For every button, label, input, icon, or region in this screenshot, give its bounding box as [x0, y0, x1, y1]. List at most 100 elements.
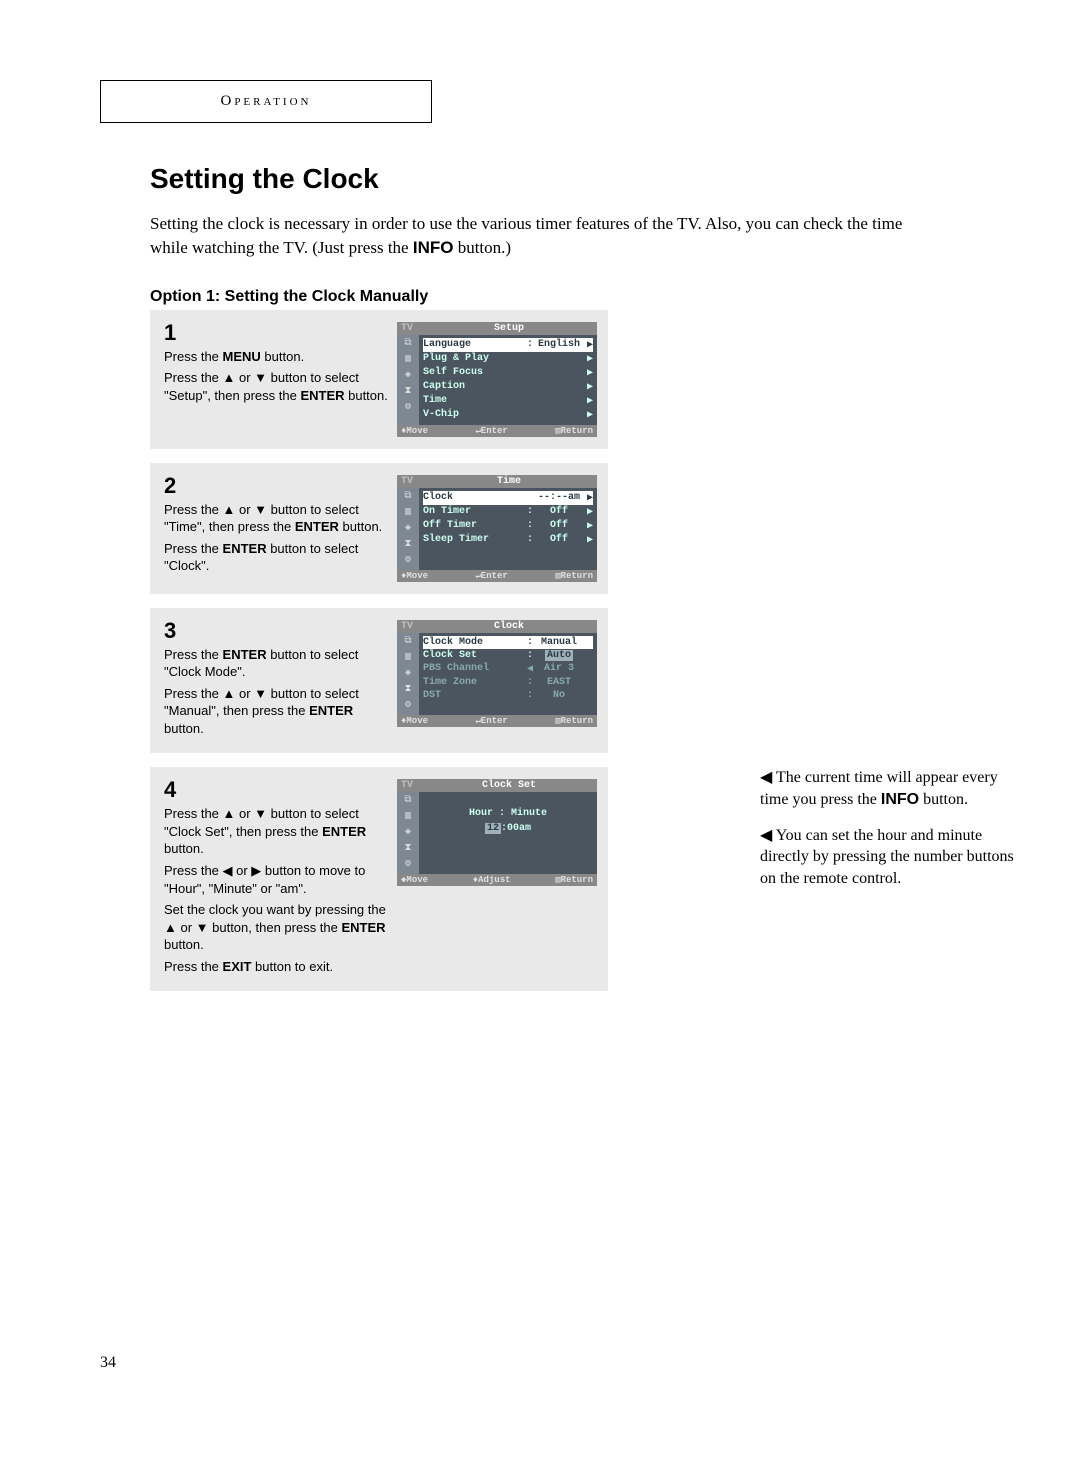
osd-row-sep: [525, 395, 535, 407]
chevron-right-icon: ▶: [583, 395, 593, 407]
osd-row-sep: [525, 492, 535, 504]
osd-row-value: English: [535, 339, 583, 351]
osd-row-sep: :: [525, 637, 535, 648]
enter-button-label: ENTER: [223, 647, 267, 662]
step4-line4-tail: button to exit.: [251, 959, 333, 974]
picture-icon: ▥: [405, 508, 411, 518]
osd-row-label: DST: [423, 690, 525, 701]
osd-tv-label: TV: [401, 476, 425, 487]
step1-line1: Press the: [164, 349, 223, 364]
osd-move-hint: ♦Move: [401, 571, 428, 581]
osd-row-value: Auto: [535, 650, 583, 661]
sound-icon: ◈: [405, 669, 411, 679]
osd-row-value: [535, 353, 583, 365]
osd-menu-row: Self Focus▶: [423, 366, 593, 380]
osd-tv-label: TV: [401, 323, 425, 334]
osd-icon-column: ⧉ ▥ ◈ ⧗ ⚙: [397, 633, 419, 715]
timer-icon: ⧗: [404, 540, 411, 550]
enter-button-label: ENTER: [300, 388, 344, 403]
step-number: 2: [164, 475, 389, 497]
osd-row-label: Sleep Timer: [423, 534, 525, 546]
step2-line2: Press the: [164, 541, 223, 556]
osd-row-value: [535, 409, 583, 421]
sound-icon: ◈: [405, 371, 411, 381]
intro-paragraph: Setting the clock is necessary in order …: [150, 212, 930, 260]
osd-setup-menu: TVSetup ⧉▥◈⧗⚙ Language:English▶Plug & Pl…: [397, 322, 597, 437]
intro-text: Setting the clock is necessary in order …: [150, 214, 902, 257]
note-2: ◀ You can set the hour and minute direct…: [760, 825, 1020, 890]
osd-menu-row: Clock Set:Auto: [423, 649, 593, 662]
osd-row-sep: ◀: [525, 663, 535, 675]
section-header: Operation: [100, 80, 432, 123]
osd-menu-row: On Timer:Off▶: [423, 505, 593, 519]
chevron-right-icon: ▶: [583, 381, 593, 393]
osd-row-label: Time Zone: [423, 677, 525, 688]
exit-button-label: EXIT: [223, 959, 252, 974]
osd-row-value: [535, 367, 583, 379]
osd-row-value: No: [535, 690, 583, 701]
menu-button-label: MENU: [223, 349, 261, 364]
osd-row-sep: [525, 367, 535, 379]
tv-icon: ⧉: [404, 637, 411, 647]
osd-time-menu: TVTime ⧉▥◈⧗⚙ Clock--:--am▶On Timer:Off▶O…: [397, 475, 597, 582]
chevron-right-icon: [583, 677, 593, 688]
osd-row-label: Clock Set: [423, 650, 525, 661]
timer-icon: ⧗: [404, 685, 411, 695]
step1-line1-tail: button.: [261, 349, 304, 364]
osd-row-label: Plug & Play: [423, 353, 525, 365]
chevron-right-icon: ▶: [583, 353, 593, 365]
osd-row-sep: :: [525, 339, 535, 351]
enter-button-label: ENTER: [223, 541, 267, 556]
setup-icon: ⚙: [405, 556, 411, 566]
osd-title-clock: Clock: [425, 621, 593, 632]
osd-menu-row: Language:English▶: [423, 338, 593, 352]
tv-icon: ⧉: [404, 492, 411, 502]
osd-clockset-menu: TVClock Set ⧉▥◈⧗⚙ Hour : Minute 12:00am …: [397, 779, 597, 979]
setup-icon: ⚙: [405, 701, 411, 711]
enter-button-label: ENTER: [309, 703, 353, 718]
step4-line1-tail: button.: [164, 841, 204, 856]
osd-tv-label: TV: [401, 780, 425, 791]
picture-icon: ▥: [405, 812, 411, 822]
osd-row-label: On Timer: [423, 506, 525, 518]
picture-icon: ▥: [405, 653, 411, 663]
step-number: 4: [164, 779, 389, 801]
page-title: Setting the Clock: [150, 163, 980, 195]
osd-icon-column: ⧉▥◈⧗⚙: [397, 792, 419, 874]
osd-row-sep: [525, 353, 535, 365]
tv-icon: ⧉: [404, 796, 411, 806]
step-1: 1 Press the MENU button. Press the ▲ or …: [150, 310, 608, 449]
osd-menu-row: DST:No: [423, 689, 593, 702]
osd-row-label: Caption: [423, 381, 525, 393]
osd-menu-row: Clock Mode:Manual: [423, 636, 593, 649]
osd-menu-row: PBS Channel◀Air 3: [423, 662, 593, 676]
chevron-right-icon: ▶: [583, 534, 593, 546]
step-4: 4 Press the ▲ or ▼ button to select "Clo…: [150, 767, 608, 991]
osd-row-value: Off: [535, 534, 583, 546]
step-number: 3: [164, 620, 389, 642]
osd-return-hint: ▥Return: [555, 571, 593, 581]
step3-line1: Press the: [164, 647, 223, 662]
chevron-right-icon: ▶: [583, 492, 593, 504]
info-button-label: INFO: [881, 791, 919, 808]
osd-row-label: V-Chip: [423, 409, 525, 421]
osd-icon-column: ⧉▥◈⧗⚙: [397, 335, 419, 425]
osd-row-sep: :: [525, 534, 535, 546]
osd-move-hint: ♦Move: [401, 426, 428, 436]
osd-move-hint: ◆Move: [401, 875, 428, 885]
osd-title-time: Time: [425, 476, 593, 487]
note-1-tail: button.: [919, 791, 968, 808]
osd-row-value: Manual: [535, 637, 583, 648]
timer-icon: ⧗: [404, 844, 411, 854]
osd-menu-row: Time Zone:EAST: [423, 676, 593, 689]
osd-row-value: --:--am: [535, 492, 583, 504]
osd-row-label: Time: [423, 395, 525, 407]
enter-button-label: ENTER: [342, 920, 386, 935]
enter-button-label: ENTER: [295, 519, 339, 534]
osd-tv-label: TV: [401, 621, 425, 632]
osd-menu-row: Sleep Timer:Off▶: [423, 533, 593, 547]
osd-return-hint: ▥Return: [555, 426, 593, 436]
osd-menu-row: Plug & Play ▶: [423, 352, 593, 366]
osd-row-label: Off Timer: [423, 520, 525, 532]
osd-row-label: Clock Mode: [423, 637, 525, 648]
